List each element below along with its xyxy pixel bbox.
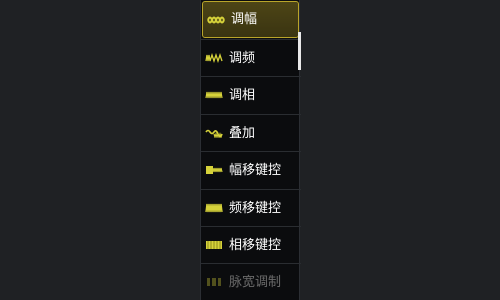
menu-item-pwm: 脉宽调制	[201, 263, 301, 300]
menu-item-sum[interactable]: 叠加	[201, 114, 301, 151]
menu-item-label: 频移键控	[229, 200, 282, 216]
menu-item-pm[interactable]: 调相	[201, 76, 301, 113]
menu-item-label: 叠加	[229, 125, 256, 141]
psk-icon	[205, 240, 223, 250]
menu-item-am[interactable]: 调幅	[202, 1, 299, 38]
modulation-menu: 调幅 调频 调相 叠加 幅移键控 频移键控 相移键控 脉宽调制	[200, 0, 301, 300]
ask-icon	[205, 165, 223, 175]
sum-icon	[205, 128, 223, 138]
menu-item-psk[interactable]: 相移键控	[201, 226, 301, 263]
menu-item-label: 幅移键控	[229, 162, 282, 178]
menu-item-label: 调幅	[231, 12, 258, 27]
menu-item-label: 相移键控	[229, 237, 282, 253]
pwm-icon	[205, 277, 223, 287]
menu-item-label: 调频	[229, 50, 256, 66]
menu-item-fsk[interactable]: 频移键控	[201, 189, 301, 226]
menu-item-label: 脉宽调制	[229, 274, 282, 290]
menu-scrollbar-thumb[interactable]	[298, 32, 301, 70]
menu-item-fm[interactable]: 调频	[201, 39, 301, 76]
fsk-icon	[205, 203, 223, 213]
menu-item-label: 调相	[229, 87, 256, 103]
pm-icon	[205, 90, 223, 100]
fm-icon	[205, 53, 223, 63]
app-stage: 调幅 调频 调相 叠加 幅移键控 频移键控 相移键控 脉宽调制	[0, 0, 500, 300]
am-icon	[207, 15, 225, 25]
menu-item-ask[interactable]: 幅移键控	[201, 151, 301, 188]
